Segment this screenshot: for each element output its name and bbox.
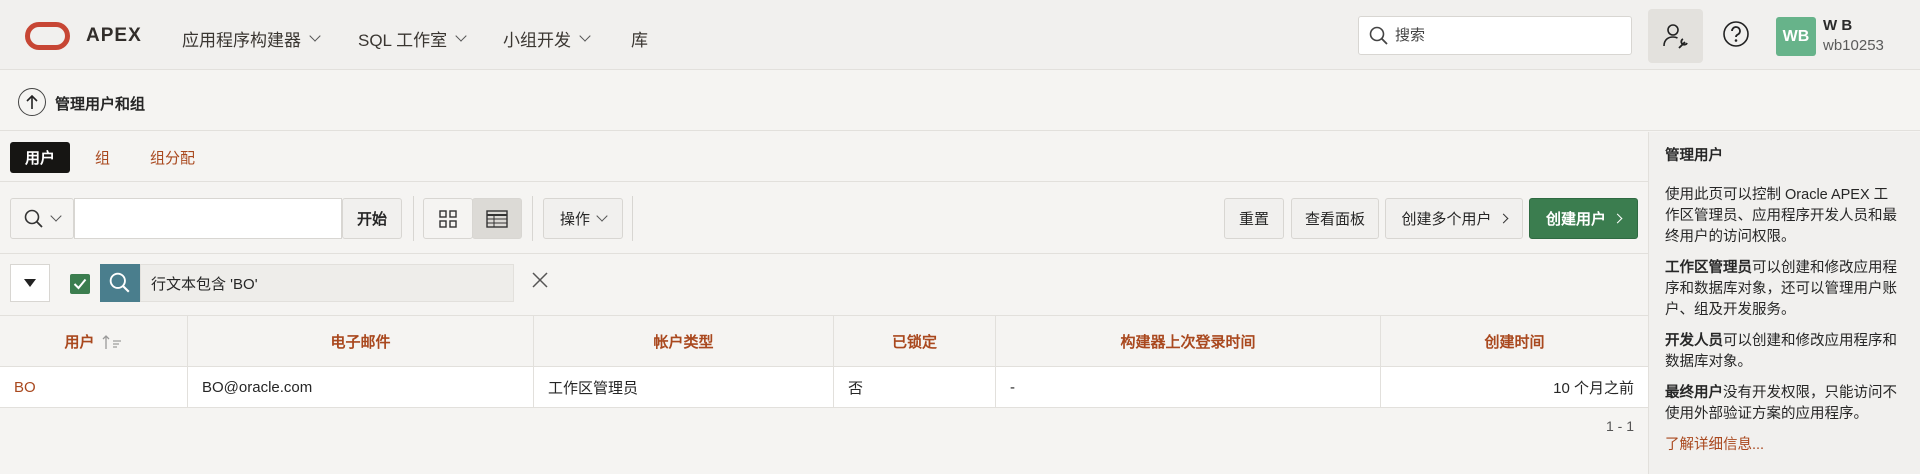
search-icon <box>1369 26 1388 45</box>
tab-users[interactable]: 用户 <box>10 142 71 173</box>
create-user-button[interactable]: 创建用户 <box>1529 198 1638 239</box>
collapse-filters-button[interactable] <box>10 264 50 302</box>
toolbar-divider <box>532 196 533 241</box>
filter-label[interactable]: 行文本包含 'BO' <box>140 264 514 302</box>
tab-group-assignments[interactable]: 组分配 <box>135 142 210 173</box>
cell-created: 10 个月之前 <box>1553 380 1634 397</box>
toolbar-divider <box>632 196 633 241</box>
up-arrow-button[interactable] <box>18 88 46 116</box>
page-title: 管理用户和组 <box>55 96 146 113</box>
user-id[interactable]: wb10253 <box>1823 37 1884 54</box>
main-region: 用户 组 组分配 开始 操作 重置 查看面板 创建多个用户 创建用户 行文本包含… <box>0 132 1648 474</box>
learn-more-link[interactable]: 了解详细信息... <box>1665 437 1764 453</box>
sidebar-admin-info: 工作区管理员可以创建和修改应用程序和数据库对象，还可以管理用户账户、组及开发服务… <box>1665 260 1897 318</box>
remove-filter-button[interactable] <box>530 270 552 292</box>
grid-icon <box>439 209 457 228</box>
breadcrumb: 管理用户和组 <box>0 71 1920 131</box>
filter-bar: 行文本包含 'BO' <box>0 254 1648 316</box>
chevron-down-icon <box>50 210 62 222</box>
user-link[interactable]: BO <box>0 367 188 408</box>
user-name[interactable]: W B <box>1823 17 1852 34</box>
toolbar-divider <box>413 196 414 241</box>
icon-view-button[interactable] <box>423 198 473 239</box>
chevron-down-icon <box>309 30 321 42</box>
search-column-selector[interactable] <box>10 198 74 239</box>
table-header: 用户 电子邮件 帐户类型 已锁定 构建器上次登录时间 创建时间 <box>0 316 1648 367</box>
chevron-right-icon <box>1498 213 1508 224</box>
oracle-logo-icon[interactable] <box>25 22 70 50</box>
arrow-up-icon <box>26 94 38 109</box>
apex-logo-text[interactable]: APEX <box>86 25 142 47</box>
global-search[interactable] <box>1358 16 1632 55</box>
tab-groups[interactable]: 组 <box>80 142 125 173</box>
filter-enable-checkbox[interactable] <box>70 274 90 294</box>
help-icon <box>1723 21 1749 47</box>
search-icon <box>24 209 43 228</box>
administration-button[interactable] <box>1648 9 1703 63</box>
create-multiple-users-button[interactable]: 创建多个用户 <box>1385 198 1523 239</box>
nav-team-development[interactable]: 小组开发 <box>503 26 591 51</box>
report-view-button[interactable] <box>472 198 522 239</box>
reset-button[interactable]: 重置 <box>1224 198 1284 239</box>
search-input[interactable] <box>1395 27 1615 44</box>
filter-search-button[interactable] <box>100 264 140 302</box>
actions-menu-button[interactable]: 操作 <box>543 198 623 239</box>
sidebar-end-user-info: 最终用户没有开发权限，只能访问不使用外部验证方案的应用程序。 <box>1665 385 1897 422</box>
avatar[interactable]: WB <box>1776 17 1816 56</box>
user-wrench-icon <box>1662 24 1688 49</box>
view-dashboard-button[interactable]: 查看面板 <box>1291 198 1379 239</box>
column-header-locked[interactable]: 已锁定 <box>834 316 996 367</box>
column-header-created[interactable]: 创建时间 <box>1381 316 1648 367</box>
report-toolbar: 开始 操作 重置 查看面板 创建多个用户 创建用户 <box>0 182 1648 254</box>
column-header-user[interactable]: 用户 <box>0 316 188 367</box>
nav-app-builder[interactable]: 应用程序构建器 <box>182 26 321 51</box>
sidebar-developer-info: 开发人员可以创建和修改应用程序和数据库对象。 <box>1665 333 1897 370</box>
go-button[interactable]: 开始 <box>342 198 402 239</box>
table-row: BO BO@oracle.com 工作区管理员 否 - 10 个月之前 <box>0 367 1648 408</box>
table-icon <box>486 209 508 228</box>
close-icon <box>532 272 548 288</box>
sidebar-title: 管理用户 <box>1665 148 1723 164</box>
chevron-right-icon <box>1612 213 1623 224</box>
cell-account-type: 工作区管理员 <box>534 367 834 408</box>
sort-ascending-icon <box>102 334 121 349</box>
nav-gallery[interactable]: 库 <box>631 26 648 51</box>
chevron-down-icon <box>579 30 591 42</box>
pagination-info: 1 - 1 <box>1605 418 1634 434</box>
column-header-last-login[interactable]: 构建器上次登录时间 <box>996 316 1381 367</box>
sidebar-intro: 使用此页可以控制 Oracle APEX 工作区管理员、应用程序开发人员和最终用… <box>1665 187 1897 245</box>
help-sidebar: 管理用户 使用此页可以控制 Oracle APEX 工作区管理员、应用程序开发人… <box>1648 132 1920 474</box>
cell-email: BO@oracle.com <box>188 367 534 408</box>
check-icon <box>73 278 87 290</box>
caret-down-icon <box>24 279 36 287</box>
nav-sql-workshop[interactable]: SQL 工作室 <box>358 26 467 51</box>
top-header: APEX 应用程序构建器 SQL 工作室 小组开发 库 WB W B wb102… <box>0 0 1920 70</box>
chevron-down-icon <box>455 30 467 42</box>
cell-last-login: - <box>996 367 1381 408</box>
cell-locked: 否 <box>834 367 996 408</box>
help-button[interactable] <box>1720 18 1752 50</box>
tab-bar: 用户 组 组分配 <box>0 132 1648 182</box>
search-icon <box>109 272 130 293</box>
chevron-down-icon <box>596 210 608 222</box>
column-header-account-type[interactable]: 帐户类型 <box>534 316 834 367</box>
report-search-input[interactable] <box>74 198 342 239</box>
column-header-email[interactable]: 电子邮件 <box>188 316 534 367</box>
